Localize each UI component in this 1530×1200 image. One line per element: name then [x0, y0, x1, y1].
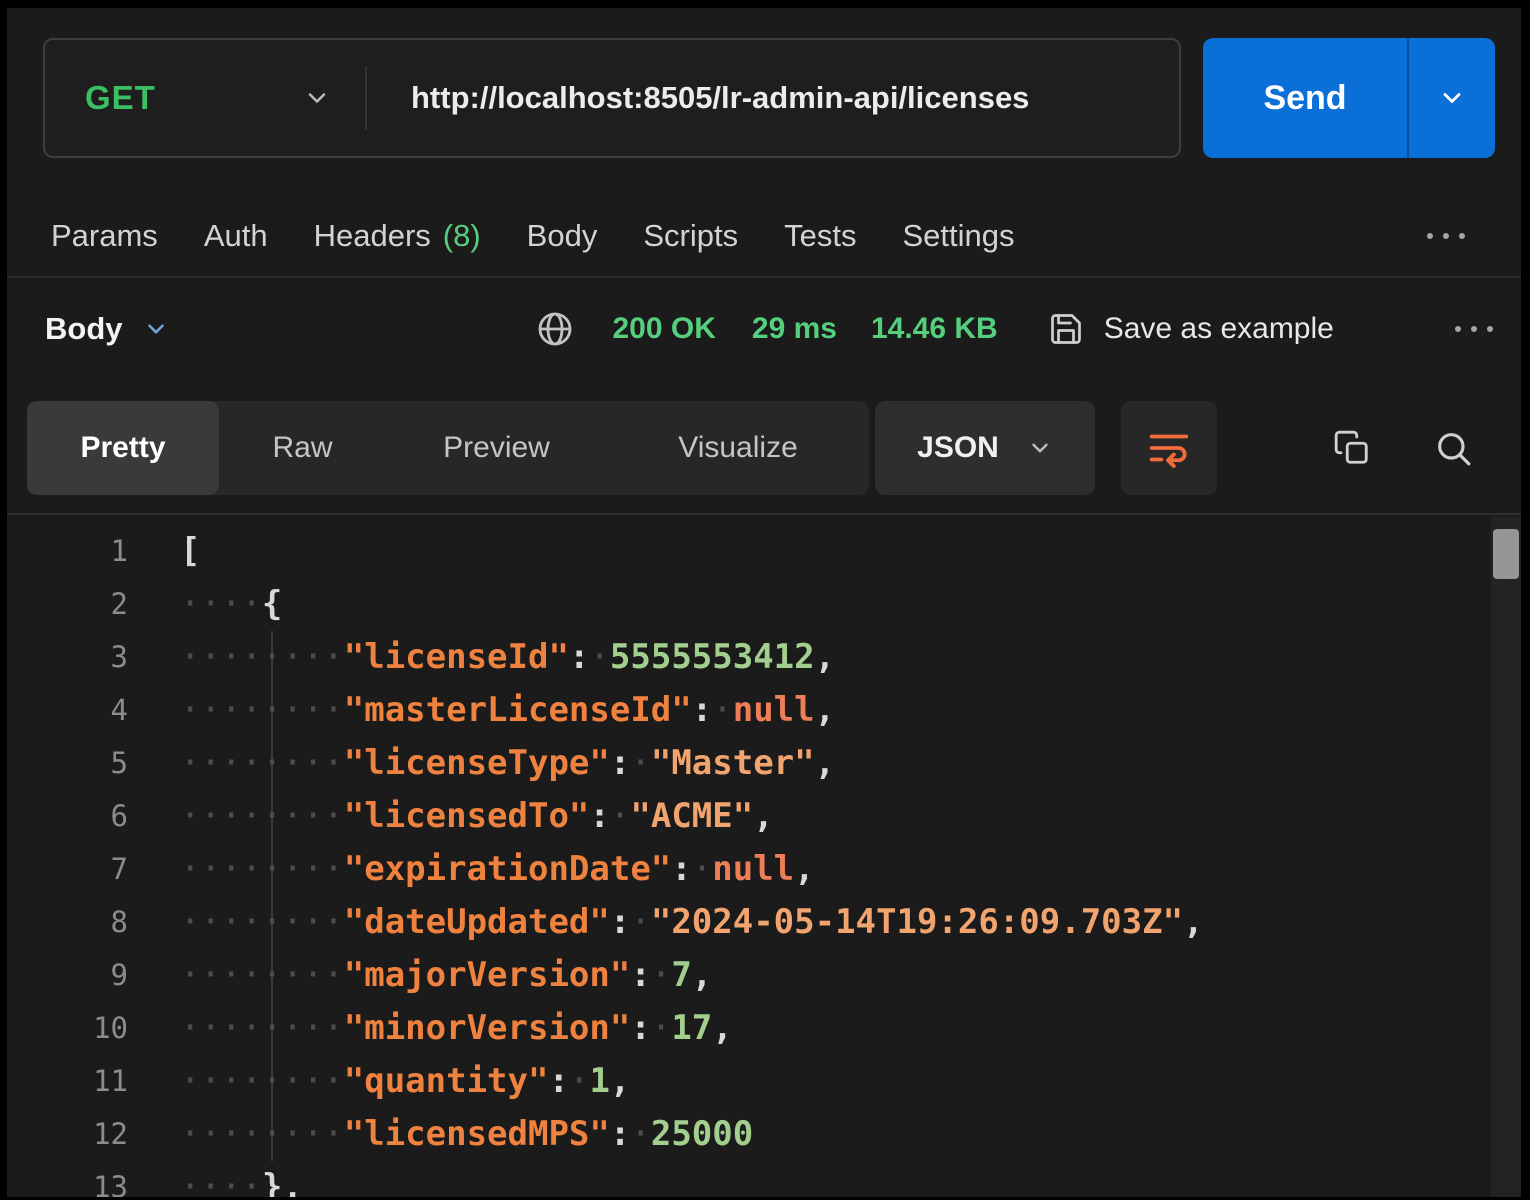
status-code[interactable]: 200 OK	[613, 312, 716, 346]
save-as-example-button[interactable]: Save as example	[1104, 312, 1334, 346]
request-tab-auth[interactable]: Auth	[204, 218, 268, 254]
code-line: 6········"licensedTo":·"ACME",	[7, 790, 1487, 843]
request-tab-label: Params	[51, 218, 158, 254]
wrap-text-button[interactable]	[1121, 401, 1217, 495]
code-line: 4········"masterLicenseId":·null,	[7, 684, 1487, 737]
send-label: Send	[1203, 38, 1407, 158]
code-line: 7········"expirationDate":·null,	[7, 843, 1487, 896]
code-line: 11········"quantity":·1,	[7, 1055, 1487, 1108]
code-text: ········"minorVersion":·17,	[128, 1002, 733, 1055]
code-text: ····},	[128, 1161, 303, 1197]
code-line: 12········"licensedMPS":·25000	[7, 1108, 1487, 1161]
code-line: 3········"licenseId":·5555553412,	[7, 631, 1487, 684]
code-text: ········"licenseType":·"Master",	[128, 737, 835, 790]
view-tab-raw[interactable]: Raw	[219, 401, 386, 495]
chevron-down-icon	[1027, 435, 1053, 461]
response-view-toolbar: PrettyRawPreviewVisualize JSON	[27, 401, 1507, 495]
line-number: 10	[7, 1002, 128, 1055]
code-line: 10········"minorVersion":·17,	[7, 1002, 1487, 1055]
url-input[interactable]: http://localhost:8505/lr-admin-api/licen…	[367, 80, 1029, 116]
code-lines: 1[2····{3········"licenseId":·5555553412…	[7, 525, 1487, 1197]
save-icon[interactable]	[1048, 311, 1084, 347]
code-text: ········"masterLicenseId":·null,	[128, 684, 835, 737]
line-number: 2	[7, 578, 128, 631]
response-pane-selector[interactable]: Body	[45, 311, 169, 347]
send-button[interactable]: Send	[1203, 38, 1495, 158]
request-tab-body[interactable]: Body	[527, 218, 598, 254]
request-tab-label: Headers	[314, 218, 431, 254]
line-number: 6	[7, 790, 128, 843]
api-client-window: GET http://localhost:8505/lr-admin-api/l…	[7, 8, 1521, 1197]
line-number: 8	[7, 896, 128, 949]
search-icon[interactable]	[1433, 428, 1473, 468]
request-tab-label: Body	[527, 218, 598, 254]
code-text: [	[128, 525, 200, 578]
response-pane-label: Body	[45, 311, 123, 347]
code-line: 2····{	[7, 578, 1487, 631]
code-line: 1[	[7, 525, 1487, 578]
view-tab-visualize[interactable]: Visualize	[607, 401, 869, 495]
request-url-box: GET http://localhost:8505/lr-admin-api/l…	[43, 38, 1181, 158]
request-tab-label: Settings	[902, 218, 1014, 254]
divider	[7, 276, 1521, 278]
scrollbar-thumb[interactable]	[1493, 529, 1519, 579]
code-line: 5········"licenseType":·"Master",	[7, 737, 1487, 790]
send-options-chevron-icon[interactable]	[1409, 38, 1495, 158]
chevron-down-icon	[143, 316, 169, 342]
more-options-icon[interactable]	[1423, 230, 1469, 242]
language-label: JSON	[917, 431, 999, 465]
code-text: ········"licensedTo":·"ACME",	[128, 790, 774, 843]
headers-count-badge: (8)	[443, 218, 481, 254]
line-number: 1	[7, 525, 128, 578]
chevron-down-icon	[303, 84, 331, 112]
code-line: 13····},	[7, 1161, 1487, 1197]
code-text: ········"dateUpdated":·"2024-05-14T19:26…	[128, 896, 1204, 949]
language-selector[interactable]: JSON	[875, 401, 1095, 495]
response-header: Body 200 OK 29 ms 14.46 KB Save as examp…	[45, 294, 1501, 364]
request-tab-params[interactable]: Params	[51, 218, 158, 254]
response-view-tabs: PrettyRawPreviewVisualize	[27, 401, 869, 495]
request-tabs: Params Auth Headers (8) Body Scripts Tests Sett…	[51, 218, 1014, 254]
line-number: 12	[7, 1108, 128, 1161]
code-text: ········"licenseId":·5555553412,	[128, 631, 835, 684]
code-line: 8········"dateUpdated":·"2024-05-14T19:2…	[7, 896, 1487, 949]
request-tab-label: Auth	[204, 218, 268, 254]
code-line: 9········"majorVersion":·7,	[7, 949, 1487, 1002]
line-number: 5	[7, 737, 128, 790]
view-tab-pretty[interactable]: Pretty	[27, 401, 219, 495]
code-text: ········"quantity":·1,	[128, 1055, 630, 1108]
request-tab-headers[interactable]: Headers (8)	[314, 218, 481, 254]
code-text: ········"majorVersion":·7,	[128, 949, 712, 1002]
line-number: 7	[7, 843, 128, 896]
code-text: ········"licensedMPS":·25000	[128, 1108, 753, 1161]
request-tab-scripts[interactable]: Scripts	[643, 218, 738, 254]
code-text: ········"expirationDate":·null,	[128, 843, 815, 896]
response-more-options-icon[interactable]	[1451, 323, 1497, 335]
scrollbar[interactable]	[1491, 517, 1521, 1197]
line-number: 9	[7, 949, 128, 1002]
request-tabs-row: Params Auth Headers (8) Body Scripts Tests Sett…	[51, 204, 1495, 268]
line-number: 3	[7, 631, 128, 684]
method-label: GET	[85, 79, 156, 117]
request-tab-tests[interactable]: Tests	[784, 218, 856, 254]
request-bar: GET http://localhost:8505/lr-admin-api/l…	[43, 38, 1495, 158]
response-size[interactable]: 14.46 KB	[871, 312, 998, 346]
request-tab-label: Tests	[784, 218, 856, 254]
network-globe-icon[interactable]	[535, 309, 575, 349]
line-number: 11	[7, 1055, 128, 1108]
response-time[interactable]: 29 ms	[752, 312, 837, 346]
request-tab-label: Scripts	[643, 218, 738, 254]
request-tab-settings[interactable]: Settings	[902, 218, 1014, 254]
line-number: 4	[7, 684, 128, 737]
copy-icon[interactable]	[1333, 429, 1371, 467]
code-text: ····{	[128, 578, 282, 631]
response-body-editor[interactable]: 1[2····{3········"licenseId":·5555553412…	[7, 513, 1521, 1197]
line-number: 13	[7, 1161, 128, 1197]
method-selector[interactable]: GET	[45, 79, 365, 117]
view-tab-preview[interactable]: Preview	[386, 401, 607, 495]
